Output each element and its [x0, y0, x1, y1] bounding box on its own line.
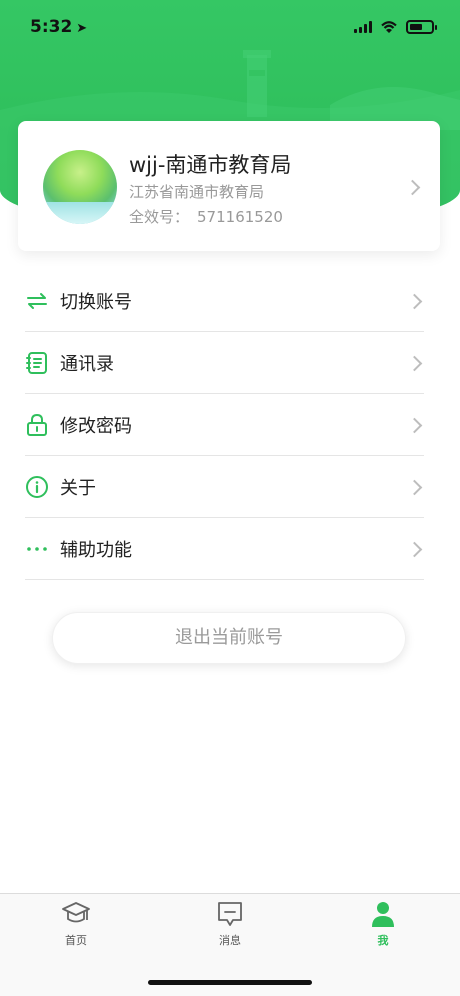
tab-home[interactable]: 首页: [36, 900, 116, 948]
more-icon: [27, 547, 47, 551]
tab-label: 首页: [65, 934, 87, 947]
profile-organization: 江苏省南通市教育局: [129, 183, 265, 201]
menu-item-label: 切换账号: [60, 292, 132, 313]
contacts-icon: [26, 352, 47, 374]
wifi-icon: [381, 21, 397, 33]
profile-id-label: 全效号：: [129, 208, 190, 226]
profile-card[interactable]: wjj-南通市教育局 江苏省南通市教育局 全效号： 571161520: [18, 121, 440, 251]
graduation-cap-icon: [62, 902, 90, 923]
menu-item-label: 修改密码: [60, 416, 132, 437]
person-icon: [372, 902, 394, 927]
tab-label: 消息: [219, 934, 241, 947]
profile-id: 全效号： 571161520: [129, 206, 283, 227]
menu-item-contacts[interactable]: 通讯录: [25, 332, 424, 394]
status-time: 5:32 ➤: [30, 17, 87, 37]
clock-text: 5:32: [30, 17, 73, 37]
menu-item-about[interactable]: 关于: [25, 456, 424, 518]
menu-item-change-password[interactable]: 修改密码: [25, 394, 424, 456]
tab-messages[interactable]: 消息: [190, 900, 270, 948]
tab-label: 我: [377, 934, 389, 947]
chevron-right-icon: [406, 417, 423, 434]
status-icons: [354, 20, 437, 34]
battery-icon: [406, 20, 437, 34]
switch-account-icon: [27, 293, 47, 309]
menu-item-label: 关于: [60, 478, 96, 499]
menu-item-accessibility[interactable]: 辅助功能: [25, 518, 424, 580]
profile-name: wjj-南通市教育局: [129, 153, 292, 177]
profile-id-number: 571161520: [197, 208, 283, 226]
lock-icon: [27, 413, 47, 436]
settings-menu: 切换账号 通讯录 修改密码 关于 辅助功能: [25, 270, 424, 580]
chevron-right-icon: [406, 293, 423, 310]
message-icon: [218, 902, 242, 926]
chevron-right-icon: [404, 179, 421, 196]
info-icon: [26, 476, 48, 498]
avatar: [43, 150, 117, 224]
cellular-signal-icon: [354, 21, 372, 33]
tab-me[interactable]: 我: [343, 900, 423, 948]
menu-item-switch-account[interactable]: 切换账号: [25, 270, 424, 332]
logout-button[interactable]: 退出当前账号: [52, 612, 406, 664]
status-bar: 5:32 ➤: [0, 0, 460, 56]
menu-item-label: 通讯录: [60, 354, 114, 375]
chevron-right-icon: [406, 541, 423, 558]
home-indicator[interactable]: [148, 980, 312, 985]
chevron-right-icon: [406, 479, 423, 496]
chevron-right-icon: [406, 355, 423, 372]
menu-item-label: 辅助功能: [60, 540, 132, 561]
location-arrow-icon: ➤: [76, 21, 88, 36]
